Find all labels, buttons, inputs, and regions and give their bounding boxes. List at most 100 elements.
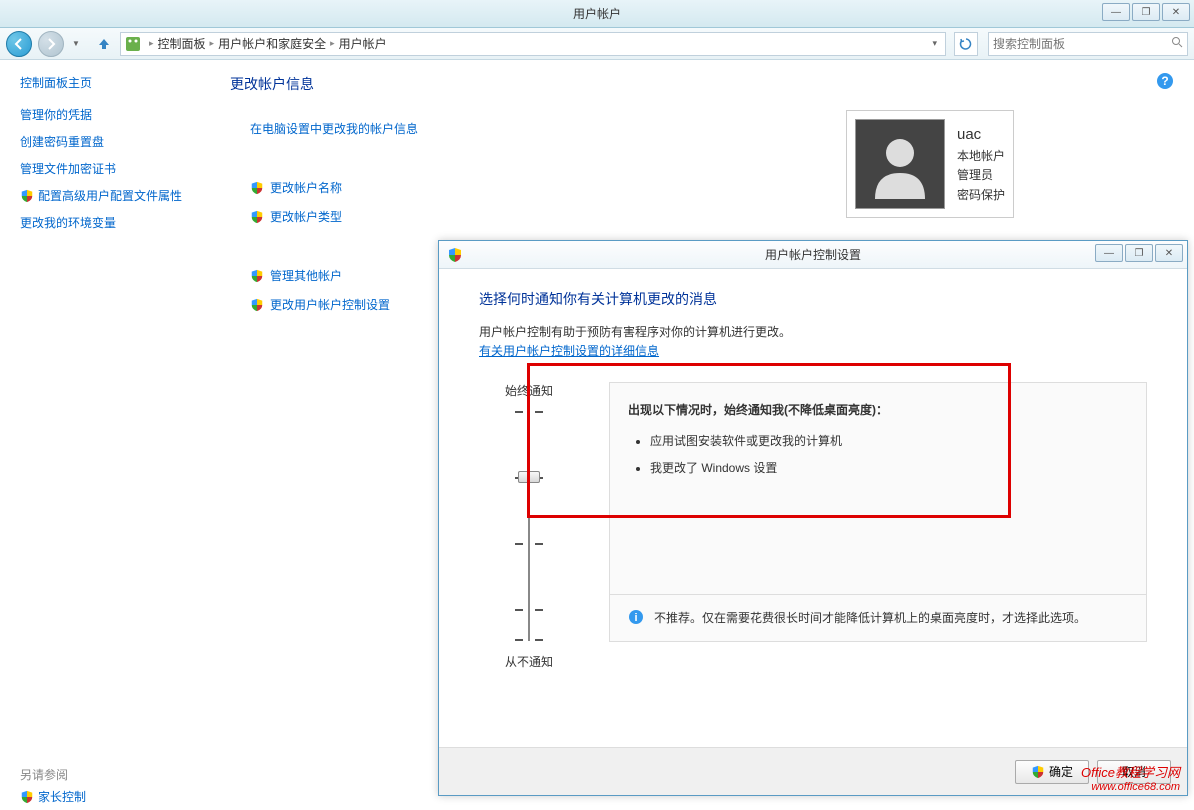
breadcrumb-item[interactable]: 用户帐户和家庭安全: [218, 35, 326, 52]
svg-text:?: ?: [1161, 74, 1168, 88]
navigation-bar: ▼ ▸ 控制面板 ▸ 用户帐户和家庭安全 ▸ 用户帐户 ▾: [0, 28, 1194, 60]
forward-button[interactable]: [38, 31, 64, 57]
main-window-title: 用户帐户: [573, 5, 621, 22]
dialog-close-button[interactable]: ✕: [1155, 244, 1183, 262]
account-info: uac 本地帐户 管理员 密码保护: [957, 123, 1005, 205]
svg-text:i: i: [634, 612, 637, 624]
sidebar: 控制面板主页 管理你的凭据创建密码重置盘管理文件加密证书配置高级用户配置文件属性…: [0, 60, 210, 800]
sidebar-link-label: 管理文件加密证书: [20, 160, 116, 177]
page-heading: 更改帐户信息: [230, 74, 1174, 94]
forward-arrow-icon: [45, 38, 57, 50]
uac-slider[interactable]: [528, 411, 530, 641]
ok-label: 确定: [1049, 763, 1073, 780]
dialog-minimize-button[interactable]: —: [1095, 244, 1123, 262]
history-dropdown[interactable]: ▼: [70, 31, 82, 57]
dialog-body: 选择何时通知你有关计算机更改的消息 用户帐户控制有助于预防有害程序对你的计算机进…: [439, 269, 1187, 690]
breadcrumb-sep-icon: ▸: [149, 38, 154, 49]
sidebar-link-label: 创建密码重置盘: [20, 133, 104, 150]
sidebar-link[interactable]: 创建密码重置盘: [10, 128, 200, 155]
dialog-restore-button[interactable]: ❐: [1125, 244, 1153, 262]
minimize-button[interactable]: —: [1102, 3, 1130, 21]
sidebar-link[interactable]: 管理文件加密证书: [10, 155, 200, 182]
account-protection: 密码保护: [957, 186, 1005, 205]
sidebar-link-label: 管理你的凭据: [20, 106, 92, 123]
sidebar-link[interactable]: 配置高级用户配置文件属性: [10, 182, 200, 209]
main-window-titlebar: 用户帐户 — ❐ ✕: [0, 0, 1194, 28]
sidebar-link-label: 配置高级用户配置文件属性: [38, 187, 182, 204]
shield-icon: [250, 181, 264, 195]
help-icon[interactable]: ?: [1156, 72, 1174, 90]
breadcrumb-sep-icon: ▸: [210, 38, 215, 49]
content-link[interactable]: 更改帐户类型: [250, 202, 1174, 231]
slider-column: 始终通知 从不通知: [479, 382, 579, 670]
shield-icon: [250, 298, 264, 312]
breadcrumb-sep-icon: ▸: [330, 38, 335, 49]
dialog-description: 用户帐户控制有助于预防有害程序对你的计算机进行更改。: [479, 323, 1147, 340]
content-link-label: 更改帐户名称: [270, 179, 342, 196]
shield-icon: [250, 269, 264, 283]
content-link[interactable]: 更改帐户名称: [250, 173, 1174, 202]
breadcrumb-bar[interactable]: ▸ 控制面板 ▸ 用户帐户和家庭安全 ▸ 用户帐户 ▾: [120, 32, 946, 56]
uac-dialog: 用户帐户控制设置 — ❐ ✕ 选择何时通知你有关计算机更改的消息 用户帐户控制有…: [438, 240, 1188, 796]
sidebar-link[interactable]: 管理你的凭据: [10, 101, 200, 128]
account-name: uac: [957, 123, 1005, 147]
back-button[interactable]: [6, 31, 32, 57]
slider-top-label: 始终通知: [479, 382, 579, 399]
dialog-footer: 确定 取消: [439, 747, 1187, 795]
content-link-label: 更改帐户类型: [270, 208, 342, 225]
level-note: 不推荐。仅在需要花费很长时间才能降低计算机上的桌面亮度时，才选择此选项。: [654, 609, 1086, 627]
refresh-button[interactable]: [954, 32, 978, 56]
breadcrumb-item[interactable]: 用户帐户: [339, 35, 387, 52]
sidebar-title[interactable]: 控制面板主页: [10, 74, 200, 91]
level-heading: 出现以下情况时，始终通知我(不降低桌面亮度)：: [628, 401, 1128, 418]
ok-button[interactable]: 确定: [1015, 760, 1089, 784]
up-arrow-icon: [97, 37, 111, 51]
level-bullet: 应用试图安装软件或更改我的计算机: [650, 432, 1128, 449]
breadcrumb-item[interactable]: 控制面板: [158, 35, 206, 52]
learn-more-link[interactable]: 有关用户帐户控制设置的详细信息: [479, 344, 659, 358]
sidebar-link-label: 更改我的环境变量: [20, 214, 116, 231]
dialog-titlebar[interactable]: 用户帐户控制设置 — ❐ ✕: [439, 241, 1187, 269]
slider-area: 始终通知 从不通知 出现以下情况时，始终通知我(不降低桌面亮度)： 应用试图安装…: [479, 382, 1147, 670]
account-card: uac 本地帐户 管理员 密码保护: [846, 110, 1014, 218]
content-link[interactable]: 在电脑设置中更改我的帐户信息: [250, 114, 1174, 143]
breadcrumb-dropdown[interactable]: ▾: [928, 38, 941, 49]
see-also-link-label: 家长控制: [38, 788, 86, 805]
avatar: [855, 119, 945, 209]
shield-icon: [250, 210, 264, 224]
shield-icon: [1031, 765, 1045, 779]
back-arrow-icon: [13, 38, 25, 50]
account-role: 管理员: [957, 166, 1005, 185]
search-icon: [1171, 36, 1183, 51]
search-input[interactable]: [993, 37, 1171, 51]
search-box[interactable]: [988, 32, 1188, 56]
main-window-controls: — ❐ ✕: [1102, 3, 1190, 21]
slider-thumb[interactable]: [518, 471, 540, 483]
slider-bottom-label: 从不通知: [479, 653, 579, 670]
level-description-panel: 出现以下情况时，始终通知我(不降低桌面亮度)： 应用试图安装软件或更改我的计算机…: [609, 382, 1147, 642]
level-bullet: 我更改了 Windows 设置: [650, 459, 1128, 476]
shield-icon: [447, 247, 463, 263]
info-icon: i: [628, 609, 644, 625]
watermark-line1: Office教程学习网: [1081, 765, 1180, 781]
see-also-link[interactable]: 家长控制: [10, 783, 200, 810]
up-button[interactable]: [94, 34, 114, 54]
content-link-label: 管理其他帐户: [270, 267, 342, 284]
close-button[interactable]: ✕: [1162, 3, 1190, 21]
dialog-heading: 选择何时通知你有关计算机更改的消息: [479, 289, 1147, 309]
shield-icon: [20, 790, 34, 804]
content-link-label: 更改用户帐户控制设置: [270, 296, 390, 313]
see-also-label: 另请参阅: [10, 766, 200, 783]
level-bullet-list: 应用试图安装软件或更改我的计算机 我更改了 Windows 设置: [628, 432, 1128, 476]
restore-button[interactable]: ❐: [1132, 3, 1160, 21]
refresh-icon: [959, 37, 973, 51]
control-panel-icon: [125, 36, 141, 52]
content-link-label: 在电脑设置中更改我的帐户信息: [250, 120, 418, 137]
watermark-line2: www.office68.com: [1081, 781, 1180, 794]
shield-icon: [20, 189, 34, 203]
account-type: 本地帐户: [957, 147, 1005, 166]
watermark: Office教程学习网 www.office68.com: [1081, 765, 1180, 794]
dialog-window-controls: — ❐ ✕: [1095, 244, 1183, 262]
sidebar-link[interactable]: 更改我的环境变量: [10, 209, 200, 236]
dialog-title: 用户帐户控制设置: [765, 246, 861, 263]
